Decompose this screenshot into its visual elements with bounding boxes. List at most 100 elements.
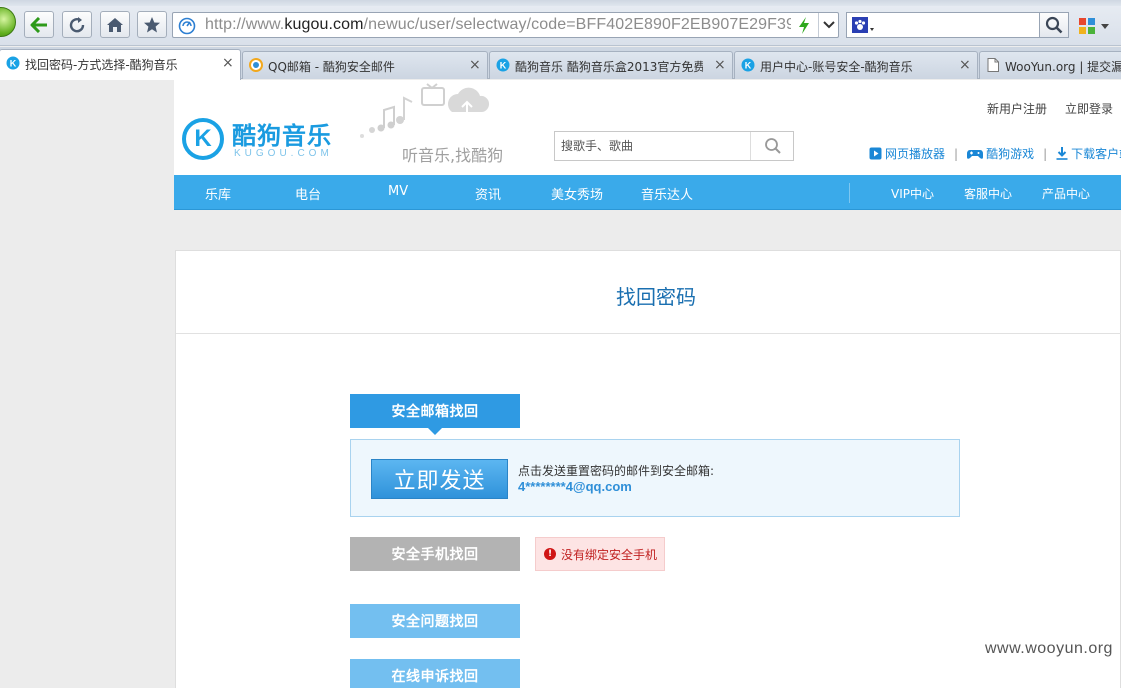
bookmark-button[interactable] — [137, 11, 167, 38]
tab-label: 用户中心-账号安全-酷狗音乐 — [760, 60, 913, 74]
tab-kugou-download[interactable]: K 酷狗音乐 酷狗音乐盒2013官方免费 × — [489, 51, 733, 79]
address-bar[interactable]: http://www.kugou.com/newuc/user/selectwa… — [172, 12, 839, 38]
tab-close-icon[interactable]: × — [959, 58, 971, 72]
tab-close-icon[interactable]: × — [714, 58, 726, 72]
back-arrow-icon — [30, 16, 47, 33]
send-now-button[interactable]: 立即发送 — [371, 459, 508, 499]
site-identity-icon — [178, 17, 196, 35]
nav-item-music-talent[interactable]: 音乐达人 — [641, 184, 693, 203]
music-notes-decoration-icon — [360, 83, 490, 138]
apps-menu-button[interactable] — [1078, 16, 1110, 36]
browser-search-button[interactable] — [1039, 12, 1069, 38]
site-search-input[interactable] — [555, 132, 751, 160]
nav-divider — [849, 183, 850, 203]
page-viewport: K 酷狗音乐 KUGOU.COM 听音乐,找酷狗 新用户注册 立即登录 搜歌手、… — [0, 80, 1121, 688]
browser-toolbar: http://www.kugou.com/newuc/user/selectwa… — [0, 6, 1121, 46]
search-icon — [765, 138, 781, 154]
site-search-box — [554, 131, 794, 161]
back-button[interactable] — [24, 11, 54, 38]
lightning-icon[interactable] — [798, 17, 810, 34]
nav-item-radio[interactable]: 电台 — [295, 184, 321, 203]
play-icon — [869, 147, 882, 160]
svg-text:K: K — [745, 61, 752, 71]
page-title: 找回密码 — [616, 285, 696, 309]
nav-item-news[interactable]: 资讯 — [475, 184, 501, 203]
phone-warning-badge: ! 没有绑定安全手机 — [535, 537, 665, 571]
home-button[interactable] — [100, 11, 130, 38]
appeal-recovery-button[interactable]: 在线申诉找回 — [350, 659, 520, 688]
tab-label: QQ邮箱 - 酷狗安全邮件 — [268, 60, 395, 74]
tab-kugou-user-center[interactable]: K 用户中心-账号安全-酷狗音乐 × — [734, 51, 978, 79]
nav-item-service-center[interactable]: 客服中心 — [964, 185, 1012, 202]
site-header: K 酷狗音乐 KUGOU.COM 听音乐,找酷狗 新用户注册 立即登录 搜歌手、… — [174, 80, 1121, 175]
phone-recovery-button[interactable]: 安全手机找回 — [350, 537, 520, 571]
nav-item-library[interactable]: 乐库 — [205, 184, 231, 203]
masked-email: 4********4@qq.com — [518, 479, 632, 494]
svg-text:K: K — [500, 61, 507, 71]
url-path: /newuc/user/selectway/code=BFF402E890F2E… — [363, 16, 791, 33]
tab-label: 找回密码-方式选择-酷狗音乐 — [25, 58, 178, 72]
logo-subtext: KUGOU.COM — [234, 148, 333, 159]
send-description: 点击发送重置密码的邮件到安全邮箱: — [518, 464, 715, 478]
login-link[interactable]: 立即登录 — [1065, 102, 1113, 116]
kugou-site: K 酷狗音乐 KUGOU.COM 听音乐,找酷狗 新用户注册 立即登录 搜歌手、… — [174, 80, 1121, 688]
download-client-label: 下载客户端 — [1071, 147, 1121, 161]
email-recovery-button[interactable]: 安全邮箱找回 — [350, 394, 520, 435]
download-client-link[interactable]: 下载客户端 — [1056, 145, 1121, 162]
url-prefix: http://www. — [205, 16, 285, 33]
browser-search-box[interactable] — [846, 12, 1040, 38]
wooyun-watermark: www.wooyun.org — [985, 640, 1113, 657]
nav-item-mv[interactable]: MV — [388, 184, 408, 199]
register-link[interactable]: 新用户注册 — [987, 102, 1047, 116]
quick-links: 网页播放器 | 酷狗游戏 | 下载客户端 — [869, 145, 1121, 162]
refresh-icon — [69, 16, 85, 32]
kugou-favicon-icon: K — [6, 56, 20, 70]
refresh-button[interactable] — [62, 11, 92, 38]
link-separator: | — [1043, 146, 1048, 161]
email-recovery-box: 立即发送 点击发送重置密码的邮件到安全邮箱: 4********4@qq.com — [350, 439, 960, 517]
nav-item-product-center[interactable]: 产品中心 — [1042, 185, 1090, 202]
logo-letter: K — [194, 125, 212, 152]
chevron-down-icon — [823, 21, 835, 29]
tab-label: WooYun.org | 提交漏洞 — [1005, 60, 1121, 74]
gamepad-icon — [967, 149, 984, 159]
title-divider — [176, 333, 1121, 334]
tab-bar: K 找回密码-方式选择-酷狗音乐 × QQ邮箱 - 酷狗安全邮件 × K 酷狗音… — [0, 47, 1121, 80]
tab-close-icon[interactable]: × — [222, 56, 234, 70]
kugou-games-link[interactable]: 酷狗游戏 — [967, 145, 1034, 162]
tab-label: 酷狗音乐 酷狗音乐盒2013官方免费 — [515, 60, 703, 74]
url-domain: kugou.com — [284, 16, 364, 33]
url-dropdown-button[interactable] — [818, 13, 839, 37]
document-icon — [987, 58, 999, 72]
site-search-button[interactable] — [753, 132, 793, 160]
qq-mail-favicon-icon — [249, 58, 263, 72]
web-player-link[interactable]: 网页播放器 — [869, 145, 945, 162]
kugou-favicon-icon: K — [496, 58, 510, 72]
logo-text[interactable]: 酷狗音乐 — [232, 116, 332, 151]
slogan-text: 听音乐,找酷狗 — [402, 146, 504, 165]
tab-kugou-password-recovery[interactable]: K 找回密码-方式选择-酷狗音乐 × — [0, 49, 241, 80]
apps-grid-icon — [1079, 18, 1095, 34]
web-player-label: 网页播放器 — [885, 147, 946, 161]
tab-wooyun[interactable]: WooYun.org | 提交漏洞 — [979, 51, 1121, 79]
browser-orb-icon[interactable] — [0, 7, 16, 37]
svg-text:K: K — [10, 59, 17, 69]
star-icon — [144, 16, 160, 32]
search-icon — [1045, 16, 1063, 34]
kugou-logo-icon[interactable]: K — [182, 118, 224, 160]
account-links: 新用户注册 立即登录 — [987, 100, 1121, 117]
nav-item-beauty-show[interactable]: 美女秀场 — [551, 184, 603, 203]
question-recovery-button[interactable]: 安全问题找回 — [350, 604, 520, 638]
home-icon — [107, 17, 123, 32]
tab-qq-mail[interactable]: QQ邮箱 - 酷狗安全邮件 × — [242, 51, 488, 79]
download-icon — [1056, 147, 1068, 160]
tab-close-icon[interactable]: × — [469, 58, 481, 72]
url-text[interactable]: http://www.kugou.com/newuc/user/selectwa… — [205, 16, 791, 34]
chevron-down-icon — [1101, 23, 1109, 29]
link-separator: | — [954, 146, 959, 161]
search-engine-paw-icon[interactable] — [852, 17, 874, 34]
main-nav: 乐库 电台 MV 资讯 美女秀场 音乐达人 VIP中心 客服中心 产品中心 — [174, 175, 1121, 210]
nav-item-vip-center[interactable]: VIP中心 — [891, 185, 934, 202]
warning-icon: ! — [544, 548, 556, 560]
recovery-panel: 找回密码 安全邮箱找回 立即发送 点击发送重置密码的邮件到安全邮箱: 4****… — [175, 250, 1121, 688]
